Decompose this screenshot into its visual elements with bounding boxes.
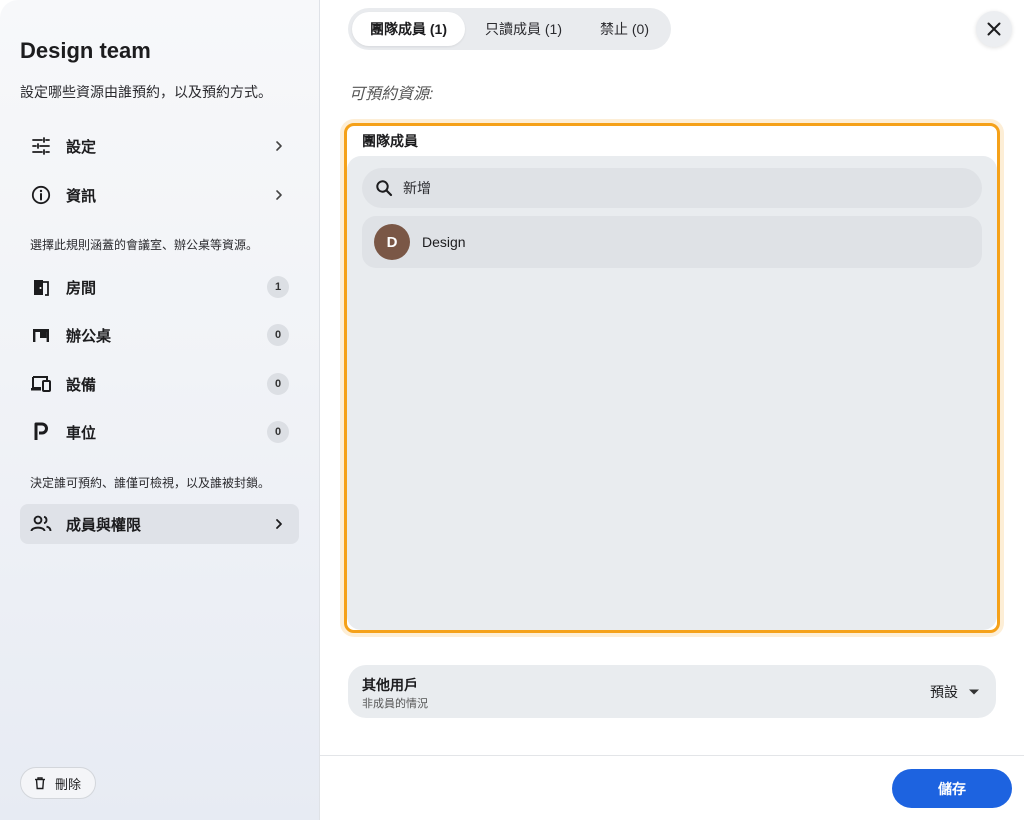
delete-button[interactable]: 刪除 [20, 767, 97, 799]
main-panel: 團隊成員 (1) 只讀成員 (1) 禁止 (0) 可預約資源: 團隊成員 新增 … [320, 0, 1024, 820]
panel-title: 團隊成員 [362, 133, 418, 149]
sidebar-item-label: 設備 [66, 376, 97, 394]
sidebar-item-label: 辦公桌 [66, 327, 112, 345]
sidebar-item-info[interactable]: 資訊 [20, 175, 299, 215]
door-icon [30, 276, 52, 298]
other-users-subtitle: 非成員的情況 [362, 698, 428, 710]
sidebar-item-settings[interactable]: 設定 [20, 126, 299, 166]
count-badge: 0 [267, 373, 289, 395]
chevron-right-icon [269, 136, 289, 156]
sidebar-item-label: 成員與權限 [66, 516, 142, 534]
sidebar-item-equipment[interactable]: 設備 0 [20, 364, 299, 404]
sidebar-item-parking[interactable]: 車位 0 [20, 412, 299, 452]
tab-read-only-members[interactable]: 只讀成員 (1) [467, 12, 580, 46]
sidebar-item-label: 設定 [66, 138, 97, 156]
tab-team-members[interactable]: 團隊成員 (1) [352, 12, 465, 46]
members-note: 決定誰可預約、誰僅可檢視，以及誰被封鎖。 [30, 476, 271, 490]
parking-icon [30, 421, 52, 443]
trash-icon [33, 776, 47, 790]
delete-label: 刪除 [55, 776, 82, 792]
chevron-right-icon [269, 185, 289, 205]
tab-banned[interactable]: 禁止 (0) [582, 12, 667, 46]
app-window: Design team 設定哪些資源由誰預約，以及預約方式。 設定 資訊 選擇此… [0, 0, 1024, 820]
sidebar-item-desks[interactable]: 辦公桌 0 [20, 315, 299, 355]
devices-icon [30, 373, 52, 395]
avatar: D [374, 224, 410, 260]
footer: 儲存 [320, 755, 1024, 820]
team-members-panel: 團隊成員 新增 D Design [344, 123, 1000, 633]
sidebar-item-members[interactable]: 成員與權限 [20, 504, 299, 544]
people-icon [30, 513, 52, 535]
count-badge: 0 [267, 421, 289, 443]
caret-down-icon [968, 688, 980, 696]
search-placeholder: 新增 [403, 180, 431, 196]
add-member-search[interactable]: 新增 [362, 168, 982, 208]
tab-bar: 團隊成員 (1) 只讀成員 (1) 禁止 (0) [348, 8, 671, 50]
desk-icon [30, 324, 52, 346]
resources-note: 選擇此規則涵蓋的會議室、辦公桌等資源。 [30, 238, 259, 252]
count-badge: 0 [267, 324, 289, 346]
count-badge: 1 [267, 276, 289, 298]
other-users-select[interactable]: 預設 [930, 679, 980, 705]
sliders-icon [30, 135, 52, 157]
chevron-right-icon [269, 514, 289, 534]
other-users-title: 其他用戶 [362, 677, 418, 693]
resources-label: 可預約資源: [349, 86, 434, 103]
page-title: Design team [20, 38, 151, 63]
sidebar-item-rooms[interactable]: 房間 1 [20, 267, 299, 307]
sidebar: Design team 設定哪些資源由誰預約，以及預約方式。 設定 資訊 選擇此… [0, 0, 320, 820]
members-list: 新增 D Design [347, 156, 997, 630]
sidebar-item-label: 資訊 [66, 187, 97, 205]
member-name: Design [422, 234, 466, 250]
other-users-row: 其他用戶 非成員的情況 預設 [348, 665, 996, 718]
save-button[interactable]: 儲存 [892, 769, 1012, 808]
list-item[interactable]: D Design [362, 216, 982, 268]
search-icon [374, 178, 394, 198]
close-icon [986, 21, 1002, 37]
sidebar-item-label: 房間 [66, 279, 97, 297]
page-subtitle: 設定哪些資源由誰預約，以及預約方式。 [20, 84, 272, 100]
other-users-value: 預設 [930, 684, 958, 700]
sidebar-item-label: 車位 [66, 424, 97, 442]
info-icon [30, 184, 52, 206]
close-button[interactable] [976, 11, 1012, 47]
